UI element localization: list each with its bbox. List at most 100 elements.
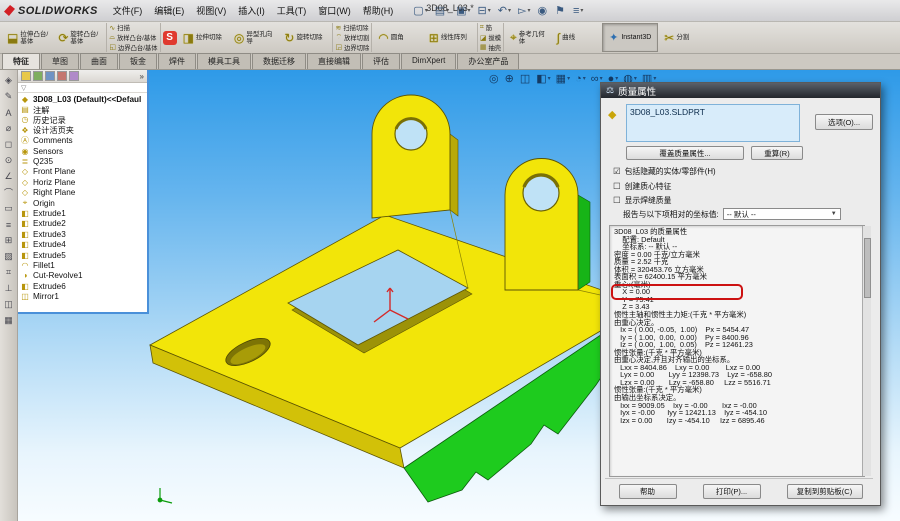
feature-button[interactable]: ◎ 异型孔向导 xyxy=(230,23,280,52)
menu-item[interactable]: 插入(I) xyxy=(233,2,270,19)
sketch-tool-icon[interactable]: ✎ xyxy=(2,90,16,103)
tree-filter[interactable]: ▽ xyxy=(18,83,147,93)
selected-file-box[interactable]: 3D08_L03.SLDPRT xyxy=(626,104,800,142)
checkbox-row[interactable]: ☑ 包括隐藏的实体/零部件(H) xyxy=(613,166,716,177)
standard-toolbar-button[interactable]: ▣ ▾ xyxy=(453,2,473,19)
displaymanager-tab-icon[interactable] xyxy=(69,71,79,81)
mass-results-text[interactable]: 3D08_L03 的质量属性 配置: Default 坐标系: -- 默认 --… xyxy=(609,225,865,477)
tree-item[interactable]: ◧ Extrude1 xyxy=(20,208,147,218)
standard-toolbar-button[interactable]: ▤ ▾ xyxy=(432,2,452,19)
feature-button[interactable]: ◨ 拉伸切除 xyxy=(179,23,230,52)
feature-button[interactable]: ⌔ 放样切割 xyxy=(335,33,369,43)
tree-item[interactable]: ◑ Cut-Revolve1 xyxy=(20,271,147,281)
print-button[interactable]: 打印(P)... xyxy=(702,484,761,499)
feature-button[interactable]: ◪ 拔模 xyxy=(480,33,501,43)
tree-item[interactable]: ◷ 历史记录 xyxy=(20,115,147,125)
standard-toolbar-button[interactable]: ◉ xyxy=(535,2,552,19)
sketch-tool-icon[interactable]: ⊥ xyxy=(2,282,16,295)
sketch-tool-icon[interactable]: ▨ xyxy=(2,250,16,263)
sketch-tool-icon[interactable]: ⊞ xyxy=(2,234,16,247)
tab[interactable]: 焊件 xyxy=(158,53,196,69)
feature-button[interactable]: ⊞ 线性阵列 xyxy=(425,23,475,52)
view-tool-button[interactable]: ◧ ▾ xyxy=(535,72,551,85)
view-tool-button[interactable]: ⊕ xyxy=(504,72,516,85)
dimxpertmanager-tab-icon[interactable] xyxy=(57,71,67,81)
feature-button[interactable]: ⌗ 筋 xyxy=(480,23,501,33)
chevron-down-icon[interactable]: ▾ xyxy=(615,75,618,82)
tab[interactable]: 模具工具 xyxy=(197,53,251,69)
sketch-tool-icon[interactable]: A xyxy=(2,106,16,119)
tree-item[interactable]: ◧ Extrude5 xyxy=(20,250,147,260)
feature-button[interactable]: ⌓ 放样凸台/基体 xyxy=(109,33,157,43)
left-lug-side-face[interactable] xyxy=(449,133,459,217)
chevron-down-icon[interactable]: ▾ xyxy=(653,75,656,82)
chevron-down-icon[interactable]: ▾ xyxy=(634,75,637,82)
menu-item[interactable]: 文件(F) xyxy=(108,2,148,19)
sketch-tool-icon[interactable]: ◫ xyxy=(2,298,16,311)
tree-item[interactable]: ❖ 设计活页夹 xyxy=(20,125,147,136)
help-button[interactable]: 帮助 xyxy=(618,484,677,499)
feature-button[interactable]: ◲ 边界切除 xyxy=(335,42,369,52)
checkbox-icon[interactable]: ☐ xyxy=(613,181,621,192)
chevron-down-icon[interactable]: ▾ xyxy=(580,7,583,14)
override-mass-button[interactable]: 覆盖质量属性... xyxy=(626,146,744,160)
recalculate-button[interactable]: 重算(R) xyxy=(751,146,803,160)
sketch-tool-icon[interactable]: ⊙ xyxy=(2,154,16,167)
menu-item[interactable]: 帮助(H) xyxy=(358,2,399,19)
menu-item[interactable]: 编辑(E) xyxy=(149,2,189,19)
propertymanager-tab-icon[interactable] xyxy=(33,71,43,81)
checkbox-icon[interactable]: ☐ xyxy=(613,195,621,206)
feature-button[interactable]: ∿ 扫描 xyxy=(109,23,157,33)
left-lug-face[interactable] xyxy=(371,94,451,219)
chevron-down-icon[interactable]: ▾ xyxy=(583,75,586,82)
chevron-down-icon[interactable]: ▾ xyxy=(600,75,603,82)
chevron-down-icon[interactable]: ▾ xyxy=(567,75,570,82)
coordinate-dropdown[interactable]: -- 默认 -- ▼ xyxy=(722,208,841,220)
feature-button[interactable]: ◠ 圆角 xyxy=(374,23,424,52)
feature-button[interactable]: ⬓ 拉伸凸台/基体 xyxy=(3,23,54,52)
tab[interactable]: 办公室产品 xyxy=(457,53,520,69)
standard-toolbar-button[interactable]: ⊟ ▾ xyxy=(475,2,494,19)
panel-chevron-icon[interactable]: » xyxy=(140,72,144,81)
sketch-tool-icon[interactable]: ⌀ xyxy=(2,122,16,135)
tree-item[interactable]: Ⓐ Comments xyxy=(20,136,147,146)
sketch-tool-icon[interactable]: ⌗ xyxy=(2,266,16,279)
chevron-down-icon[interactable]: ▾ xyxy=(468,7,471,14)
feature-button[interactable]: ∫ 曲线 xyxy=(553,23,596,52)
view-tool-button[interactable]: ◔ ▾ xyxy=(574,73,587,85)
tree-item[interactable]: ◧ Extrude3 xyxy=(20,229,147,239)
sketch-tool-icon[interactable]: ▭ xyxy=(2,202,16,215)
chevron-down-icon[interactable]: ▾ xyxy=(488,7,491,14)
feature-button[interactable]: ▦ 抽壳 xyxy=(480,42,501,52)
tree-item[interactable]: ◧ Extrude4 xyxy=(20,239,147,249)
options-button[interactable]: 选项(O)... xyxy=(815,114,873,130)
instant3d-button[interactable]: ✦ Instant3D xyxy=(602,23,659,52)
results-scrollbar[interactable] xyxy=(862,226,871,476)
tab[interactable]: 曲面 xyxy=(80,53,118,69)
checkbox-row[interactable]: ☐ 显示焊缝质量 xyxy=(613,195,716,206)
feature-button[interactable]: ◱ 边界凸台/基体 xyxy=(109,42,157,52)
menu-item[interactable]: 工具(T) xyxy=(272,2,312,19)
tree-item[interactable]: ≣ Q235 xyxy=(20,156,147,166)
standard-toolbar-button[interactable]: ▢ ▾ xyxy=(410,2,430,19)
tree-item[interactable]: ◇ Front Plane xyxy=(20,167,147,177)
sketch-tool-icon[interactable]: ⌒ xyxy=(2,186,16,199)
tab-features[interactable]: 特征 xyxy=(2,53,40,69)
view-tool-button[interactable]: ▦ ▾ xyxy=(555,72,571,85)
sketch-tool-icon[interactable]: ◻ xyxy=(2,138,16,151)
chevron-down-icon[interactable]: ▾ xyxy=(527,7,530,14)
tab[interactable]: 评估 xyxy=(362,53,400,69)
standard-toolbar-button[interactable]: ≡ ▾ xyxy=(570,3,586,19)
sketch-tool-icon[interactable]: ▦ xyxy=(2,314,16,327)
tree-item[interactable]: ▤ 注解 xyxy=(20,104,147,115)
tree-item[interactable]: ⌖ Origin xyxy=(20,198,147,208)
tab[interactable]: 直接编辑 xyxy=(307,53,361,69)
feature-button[interactable]: ⌖ 参考几何体 xyxy=(506,23,553,52)
copy-to-clipboard-button[interactable]: 复制到剪贴板(C) xyxy=(786,484,863,499)
chevron-down-icon[interactable]: ▾ xyxy=(425,7,428,14)
menu-item[interactable]: 视图(V) xyxy=(191,2,231,19)
sketch-tool-icon[interactable]: ∠ xyxy=(2,170,16,183)
tree-item[interactable]: ◧ Extrude2 xyxy=(20,219,147,229)
split-button[interactable]: ✂ 分割 xyxy=(660,23,710,52)
view-tool-button[interactable]: ◎ xyxy=(488,72,501,85)
